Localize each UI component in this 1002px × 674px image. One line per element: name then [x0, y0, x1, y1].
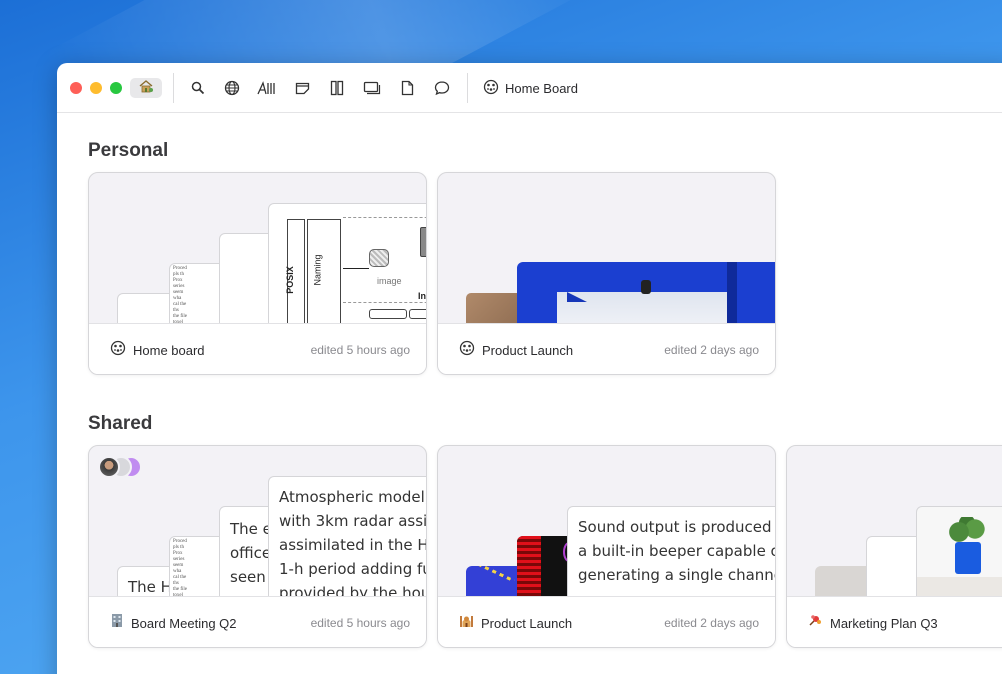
- diagram-box-posix: POSIX: [285, 219, 305, 323]
- card-title: Home board: [133, 342, 205, 358]
- card-footer: Board Meeting Q2 edited 5 hours ago: [89, 596, 426, 647]
- image-cluster-icon: [369, 249, 389, 267]
- diagram-page: POSIX Naming image In: [268, 203, 426, 323]
- text-note: Atmospheric model, with 3km radar assi a…: [268, 476, 426, 596]
- text-note: The H: [117, 566, 177, 596]
- diagram-box: [369, 309, 407, 319]
- window-icon[interactable]: [363, 80, 381, 96]
- board-card[interactable]: The H Proced pls th Prox series seem wha cal t…: [88, 445, 427, 648]
- globe-icon[interactable]: [224, 80, 240, 96]
- card-footer: Product Launch edited 2 days ago: [438, 323, 775, 374]
- cherry-blossom-emoji-icon: [808, 613, 823, 633]
- diagram-dashed-line: [343, 302, 426, 303]
- document-icon[interactable]: [399, 80, 415, 96]
- board-card[interactable]: Product Launch edited 2 days ago: [437, 172, 776, 375]
- board-card[interactable]: Proced pls th Prox series seem wha cal the ths t…: [88, 172, 427, 375]
- toolbar-divider: [467, 73, 468, 103]
- board-title-text: Home Board: [505, 81, 578, 96]
- section-title-personal: Personal: [88, 140, 169, 161]
- diagram-dashed-line: [343, 217, 426, 218]
- preview-photo: [517, 262, 775, 323]
- board-preview: [787, 446, 1002, 596]
- close-window-button[interactable]: [70, 82, 82, 94]
- preview-page: [117, 293, 177, 323]
- card-edited-time: edited 2 days ago: [664, 616, 759, 630]
- home-icon: [138, 79, 154, 98]
- card-title: Product Launch: [481, 615, 573, 631]
- card-title: Product Launch: [482, 342, 574, 358]
- board-preview: [438, 173, 775, 323]
- minimize-window-button[interactable]: [90, 82, 102, 94]
- board-icon: [110, 340, 126, 361]
- avatar[interactable]: [98, 456, 120, 478]
- note-text: The H: [128, 578, 172, 596]
- columns-icon[interactable]: [329, 80, 345, 96]
- board-card[interactable]: Sound output is produced t a built-in be…: [437, 445, 776, 648]
- board-preview: Proced pls th Prox series seem wha cal the ths t…: [89, 173, 426, 323]
- section-title-shared: Shared: [88, 413, 153, 434]
- text-note: Sound output is produced t a built-in be…: [567, 506, 775, 596]
- diagram-box-naming: Naming: [307, 219, 341, 323]
- board-preview: The H Proced pls th Prox series seem wha cal t…: [89, 446, 426, 596]
- card-footer: Home board edited 5 hours ago: [89, 323, 426, 374]
- board-icon: [483, 79, 499, 98]
- home-button[interactable]: [130, 78, 162, 98]
- building-emoji-icon: [110, 613, 124, 633]
- card-title: Marketing Plan Q3: [830, 615, 938, 631]
- card-footer: Product Launch edited 2 days ago: [438, 596, 775, 647]
- comment-icon[interactable]: [434, 80, 450, 96]
- search-icon[interactable]: [190, 80, 206, 96]
- ceiling-light: [641, 280, 651, 294]
- toolbar-divider: [173, 73, 174, 103]
- zoom-window-button[interactable]: [110, 82, 122, 94]
- card-footer: Marketing Plan Q3 e: [787, 596, 1002, 647]
- board-icon: [459, 340, 475, 361]
- board-title[interactable]: Home Board: [483, 79, 578, 98]
- sticky-note-icon[interactable]: [294, 80, 310, 96]
- card-edited-time: edited 2 days ago: [664, 343, 759, 357]
- diagram-arrow: [343, 268, 369, 269]
- preview-photo: [916, 506, 1002, 596]
- card-edited-time: edited 5 hours ago: [310, 616, 410, 630]
- mosque-emoji-icon: [459, 613, 474, 633]
- board-preview: Sound output is produced t a built-in be…: [438, 446, 775, 596]
- card-title: Board Meeting Q2: [131, 615, 237, 631]
- app-window: Home Board Personal Proced pls th Prox seri…: [57, 63, 1002, 674]
- typography-icon[interactable]: [257, 80, 277, 96]
- diagram-box: [420, 227, 426, 257]
- diagram-box: [409, 309, 426, 319]
- board-card[interactable]: Marketing Plan Q3 e: [786, 445, 1002, 648]
- toolbar: Home Board: [57, 63, 1002, 113]
- card-edited-time: edited 5 hours ago: [310, 343, 410, 357]
